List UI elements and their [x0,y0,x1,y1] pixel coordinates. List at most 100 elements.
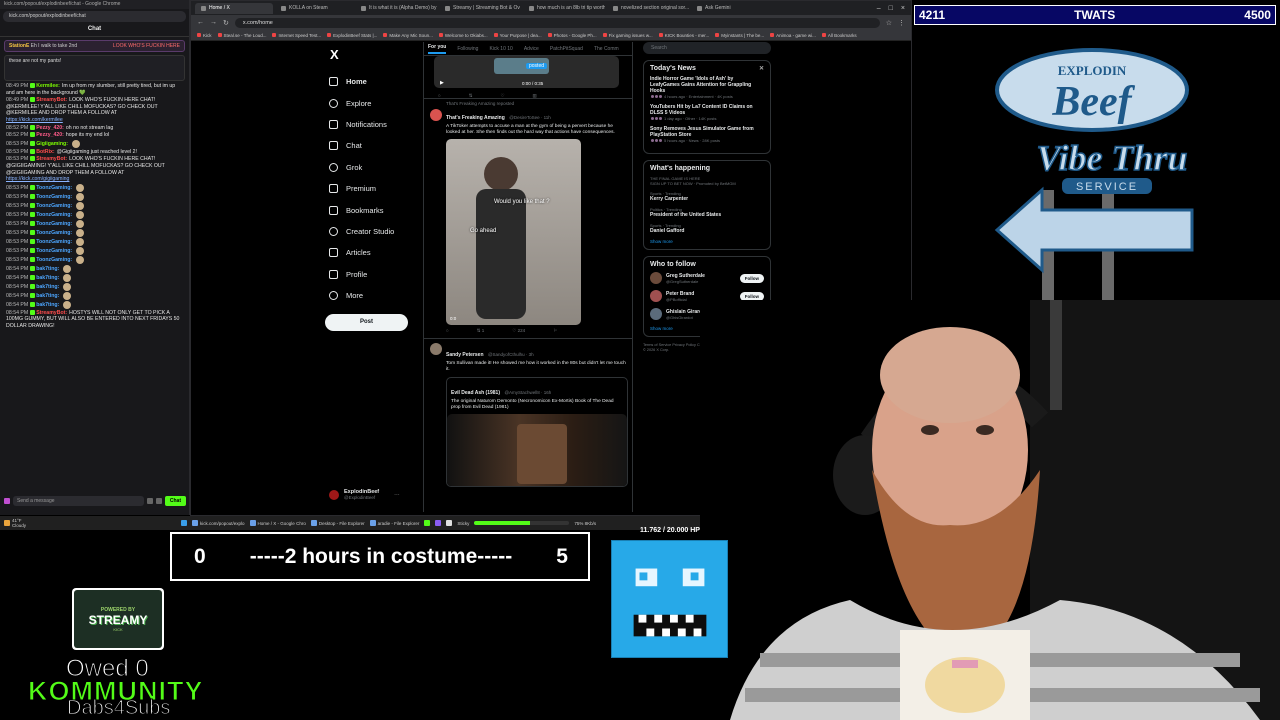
tweet-video[interactable]: Would you like that ? Go ahead 0:0 [446,139,581,325]
message-link[interactable]: https://kick.com/gigiigaming [6,176,69,182]
news-item[interactable]: YouTubers Hit by La7 Content ID Claims o… [650,104,764,121]
message-user[interactable]: ToonzGaming: [36,212,72,218]
feed-tab[interactable]: Advice [524,46,539,52]
video-player[interactable]: posted ▶ 0:00 / 0:35 [434,56,619,88]
minimize-icon[interactable]: – [877,5,881,12]
news-item[interactable]: Indie Horror Game 'Idols of Ash' by Leaf… [650,76,764,99]
feed-tab[interactable]: PatchPitSquad [550,46,583,52]
nav-item-more[interactable]: More [321,285,416,306]
chat-send-button[interactable]: Chat [164,496,186,506]
sticky-label[interactable]: Sticky [457,521,469,526]
message-user[interactable]: Pezzy_420: [36,132,64,138]
message-user[interactable]: bak7ting: [36,275,59,281]
bookmark-item[interactable]: Animoa - game wi... [770,33,816,38]
reload-icon[interactable]: ↻ [223,19,229,27]
feed-tab[interactable]: Following [457,46,478,52]
back-icon[interactable]: ← [197,19,204,26]
tweet[interactable]: That's Freaking Amazing reposted That's … [424,98,632,334]
app-icon[interactable] [446,520,453,526]
tweet-author[interactable]: Sandy Petersen [446,352,484,358]
like-icon[interactable]: ♡ [501,93,505,99]
bookmark-item[interactable]: KICK Bounties - mer... [658,33,709,38]
bookmark-item[interactable]: Internet Speed Test... [272,33,321,38]
browser-tab[interactable]: Ask Gemini [691,3,769,14]
nav-item-profile[interactable]: Profile [321,264,416,285]
chat-url-bar[interactable]: kick.com/popout/explodinbeef/chat [3,11,186,22]
nav-item-notifications[interactable]: Notifications [321,114,416,135]
close-icon[interactable]: ✕ [759,65,764,72]
maximize-icon[interactable]: □ [889,5,893,12]
message-user[interactable]: StreamyBot: [36,310,67,316]
tweet[interactable]: Sandy Petersen @SandyofCthulhu · 3h Tom … [424,338,632,487]
nav-item-creator-studio[interactable]: Creator Studio [321,221,416,242]
browser-tab[interactable]: Home / X [195,2,273,14]
chat-input[interactable]: Send a message [13,496,144,506]
message-user[interactable]: ToonzGaming: [36,230,72,236]
reply-icon[interactable]: ○ [446,328,449,334]
taskbar-item[interactable]: Desktop - File Explorer [310,520,365,526]
weather-widget[interactable]: 41°F Cloudy [4,518,26,528]
app-icon[interactable] [424,520,431,526]
settings-icon[interactable] [155,498,162,504]
forward-icon[interactable]: → [210,19,217,26]
taskbar-item[interactable]: Home / X - Google Chro [249,520,306,526]
post-button[interactable]: Post [325,314,408,332]
views-icon[interactable]: ▥ [533,93,537,99]
browser-tab[interactable]: novelized section original sor... [607,3,689,14]
extensions-icon[interactable]: ⋮ [898,19,905,27]
news-item[interactable]: Sony Removes Jesus Simulator Game from P… [650,126,764,143]
message-user[interactable]: bak7ting: [36,293,59,299]
browser-tab[interactable]: how much is an 8lb tri tip worth [523,3,605,14]
message-user[interactable]: ToonzGaming: [36,194,72,200]
gift-icon[interactable] [146,498,153,504]
chat-message-list[interactable]: 08:49 PM Kermilee: Im up from my slumber, … [0,83,189,493]
pinned-message[interactable]: StationE Eh I walk to take 2nd LOOK WHO'… [4,40,185,52]
star-icon[interactable]: ☆ [886,19,892,27]
repost-icon[interactable]: ⇅ [469,93,473,99]
tweet-video-top[interactable]: posted ▶ 0:00 / 0:35 ○ ⇅ ♡ ▥ [424,56,632,98]
feed-tab[interactable]: Kick 10 10 [489,46,512,52]
message-user[interactable]: bak7ting: [36,302,59,308]
browser-tab[interactable]: Streamy | Streaming Bot & Ov [439,3,521,14]
nav-item-chat[interactable]: Chat [321,135,416,156]
reply-icon[interactable]: ○ [438,93,441,99]
follow-suggestion[interactable]: Greg Sutherdale @GregSutherdale Follow [650,272,764,284]
play-icon[interactable]: ▶ [440,80,444,86]
account-switcher[interactable]: ExplodinBeef @ExplodinBeef ··· [329,489,400,500]
message-user[interactable]: BotRix: [36,149,54,155]
trend-item[interactable]: Sports · Trending Kerry Carpenter [650,191,764,202]
tweet-author[interactable]: That's Freaking Amazing [446,115,505,121]
nav-item-home[interactable]: Home [321,71,416,92]
message-user[interactable]: ToonzGaming: [36,203,72,209]
repost-icon[interactable]: ⇅ 1 [477,328,485,334]
message-user[interactable]: bak7ting: [36,284,59,290]
bookmark-item[interactable]: All Bookmarks [821,33,857,38]
feed-tab[interactable]: For you [428,44,447,54]
bookmark-icon[interactable]: ⚐ [553,328,557,334]
app-icon[interactable] [435,520,442,526]
show-more-link[interactable]: Show more [650,239,764,244]
bookmark-item[interactable]: Steal.se - The Loud... [217,33,266,38]
nav-item-explore[interactable]: Explore [321,92,416,113]
bookmark-item[interactable]: Fix gaming issues w... [602,33,653,38]
follow-button[interactable]: Follow [739,273,764,283]
bookmark-item[interactable]: Photos - Google Ph... [547,33,597,38]
bookmark-item[interactable]: Kick [197,33,212,38]
browser-tab[interactable]: It is what it is (Alpha Demo) by [355,3,437,14]
bookmark-item[interactable]: Myinstants | The be... [715,33,764,38]
trend-item[interactable]: Sports · Trending Daniel Gafford [650,223,764,234]
more-dots-icon[interactable]: ··· [394,492,400,498]
message-user[interactable]: StreamyBot: [36,156,67,162]
message-user[interactable]: ToonzGaming: [36,185,72,191]
message-user[interactable]: bak7ting: [36,266,59,272]
nav-item-bookmarks[interactable]: Bookmarks [321,199,416,220]
close-icon[interactable]: × [901,5,905,12]
bookmark-item[interactable]: Welcome to Okiabs... [438,33,488,38]
feed-tab[interactable]: The Comm [594,46,619,52]
message-user[interactable]: Kermilee: [36,83,60,89]
browser-tab[interactable]: KOLLA on Steam [275,3,353,14]
quote-image[interactable] [447,414,627,486]
message-user[interactable]: ToonzGaming: [36,248,72,254]
start-icon[interactable] [181,520,188,526]
message-user[interactable]: StreamyBot: [36,97,67,103]
